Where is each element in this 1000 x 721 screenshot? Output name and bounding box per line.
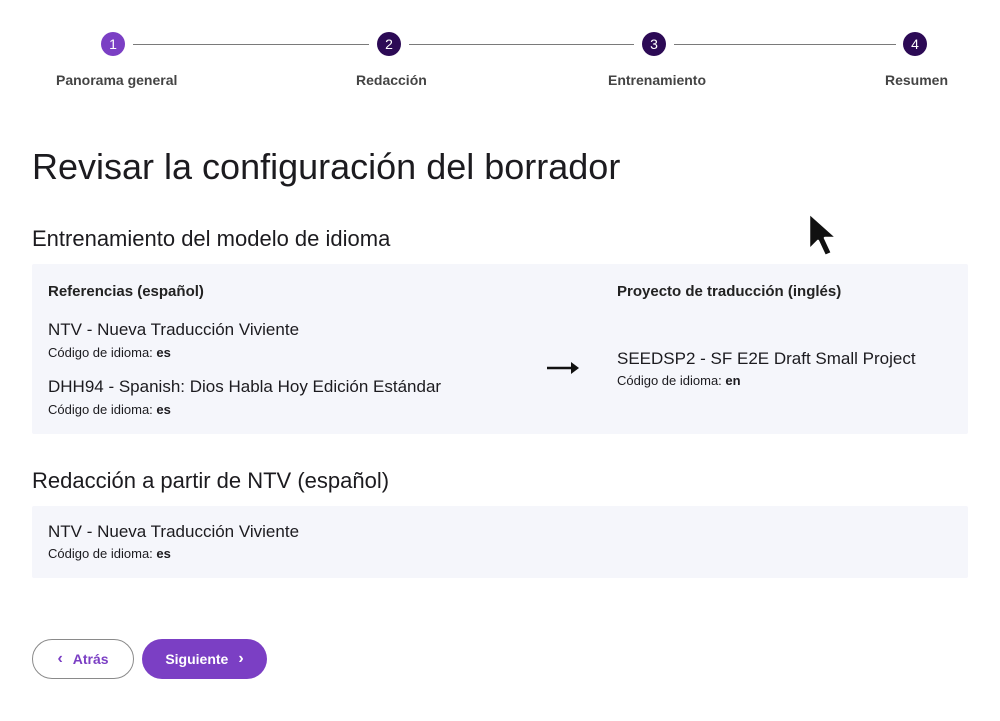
draft-review-page: 1 2 3 4 Panorama general Redacción Entre… [0, 0, 1000, 721]
language-code-label: Código de idioma: [48, 345, 153, 360]
drafting-source-language-code: Código de idioma: es [48, 546, 171, 561]
chevron-right-icon: › [238, 650, 244, 667]
page-title: Revisar la configuración del borrador [32, 146, 621, 187]
language-code-label: Código de idioma: [48, 402, 153, 417]
step-1-label[interactable]: Panorama general [56, 72, 177, 88]
step-2-label[interactable]: Redacción [356, 72, 427, 88]
chevron-left-icon: ‹ [57, 650, 63, 667]
step-3-label[interactable]: Entrenamiento [608, 72, 706, 88]
reference-project-name: DHH94 - Spanish: Dios Habla Hoy Edición … [48, 377, 442, 396]
training-card: Referencias (español) Proyecto de traduc… [32, 264, 968, 434]
back-button[interactable]: ‹ Atrás [32, 639, 134, 679]
reference-language-code: Código de idioma: es [48, 402, 171, 417]
next-button-label: Siguiente [165, 651, 229, 667]
drafting-card: NTV - Nueva Traducción Viviente Código d… [32, 506, 968, 578]
step-4-label[interactable]: Resumen [885, 72, 948, 88]
step-2-indicator[interactable]: 2 [377, 32, 401, 56]
reference-project-name: NTV - Nueva Traducción Viviente [48, 320, 300, 339]
target-language-code: Código de idioma: en [617, 373, 741, 388]
step-3-indicator[interactable]: 3 [642, 32, 666, 56]
reference-language-code: Código de idioma: es [48, 345, 171, 360]
step-connector [409, 44, 634, 45]
target-project-header: Proyecto de traducción (inglés) [617, 283, 842, 300]
language-code-label: Código de idioma: [617, 373, 722, 388]
drafting-section-title: Redacción a partir de NTV (español) [32, 468, 390, 493]
arrow-right-icon [547, 362, 579, 374]
next-button[interactable]: Siguiente › [142, 639, 267, 679]
language-code-value: es [156, 345, 171, 360]
step-4-indicator[interactable]: 4 [903, 32, 927, 56]
back-button-label: Atrás [72, 651, 109, 667]
language-code-label: Código de idioma: [48, 546, 153, 561]
target-project-name: SEEDSP2 - SF E2E Draft Small Project [617, 349, 916, 368]
drafting-source-name: NTV - Nueva Traducción Viviente [48, 522, 300, 541]
language-code-value: en [725, 373, 741, 388]
step-connector [674, 44, 896, 45]
mouse-pointer-icon [807, 211, 839, 258]
stepper: 1 2 3 4 Panorama general Redacción Entre… [0, 0, 1000, 100]
references-header: Referencias (español) [48, 283, 204, 300]
step-1-indicator[interactable]: 1 [101, 32, 125, 56]
language-code-value: es [156, 402, 171, 417]
step-connector [133, 44, 369, 45]
training-section-title: Entrenamiento del modelo de idioma [32, 226, 391, 251]
language-code-value: es [156, 546, 171, 561]
